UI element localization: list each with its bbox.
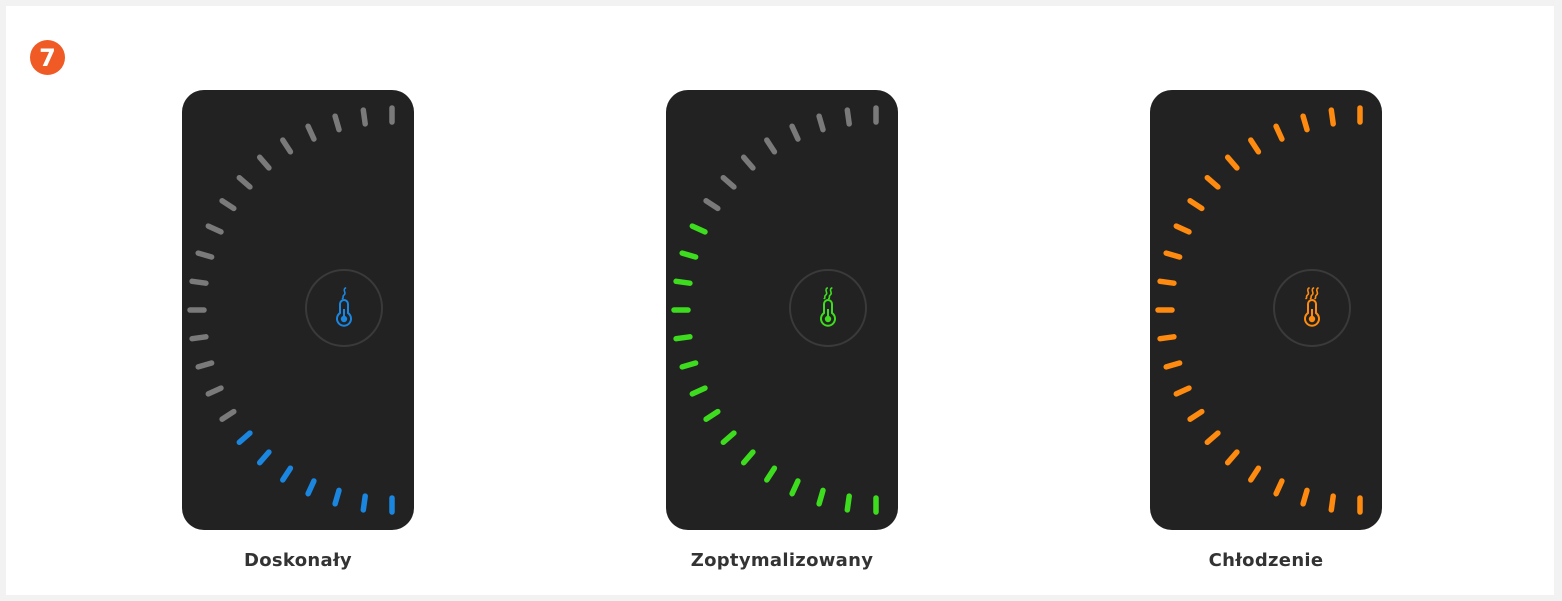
gauge-tick-active (679, 360, 699, 370)
icon-ring (1273, 269, 1351, 347)
gauge-tick-active (1163, 250, 1183, 260)
tick-gauge-1 (187, 105, 395, 515)
tick-gauge-3 (1155, 105, 1363, 515)
gauge-tick-active (764, 465, 778, 483)
thermometer-icon (1304, 287, 1320, 327)
gauge-tick-inactive (189, 334, 209, 342)
heat-wave-icon (1314, 287, 1319, 300)
gauge-tick-active (679, 250, 699, 260)
panel-1-label: Doskonały (244, 550, 352, 571)
gauge-tick-inactive (236, 174, 253, 190)
gauge-tick-active (360, 493, 368, 513)
gauge-tick-active (1163, 360, 1183, 370)
gauge-tick-active (673, 278, 693, 286)
gauge-tick-inactive (219, 408, 237, 422)
gauge-tick-active (816, 487, 826, 507)
tick-gauge-2 (671, 105, 879, 515)
gauge-tick-active (1204, 174, 1221, 190)
gauge-tick-active (703, 408, 721, 422)
gauge-tick-inactive (360, 107, 368, 127)
gauge-tick-inactive (844, 107, 852, 127)
heat-wave-icon (1305, 287, 1310, 300)
gauge-tick-inactive (332, 113, 342, 133)
thermometer-icon (336, 287, 352, 327)
gauge-tick-active (305, 478, 317, 497)
gauge-tick-active (1273, 123, 1285, 142)
device-panel-3 (1150, 90, 1382, 530)
gauge-tick-active (1157, 278, 1177, 286)
gauge-tick-inactive (219, 198, 237, 212)
gauge-tick-active (256, 449, 272, 466)
gauge-tick-active (1224, 449, 1240, 466)
gauge-tick-active (1328, 107, 1336, 127)
gauge-tick-active (1187, 198, 1205, 212)
gauge-tick-active (1273, 478, 1285, 497)
gauge-tick-active (1248, 137, 1262, 155)
gauge-tick-active (1157, 334, 1177, 342)
heat-wave-icon (1309, 287, 1315, 300)
panel-3-label: Chłodzenie (1208, 550, 1324, 571)
gauge-tick-active (844, 493, 852, 513)
gauge-tick-inactive (816, 113, 826, 133)
step-number-badge: 7 (30, 40, 65, 75)
heat-wave-icon (341, 287, 347, 300)
thermometer-icon (820, 287, 836, 327)
gauge-tick-inactive (280, 137, 294, 155)
device-panel-1 (182, 90, 414, 530)
gauge-tick-inactive (195, 250, 215, 260)
gauge-tick-active (1173, 385, 1192, 397)
gauge-tick-active (673, 334, 693, 342)
gauge-tick-active (332, 487, 342, 507)
gauge-tick-active (1300, 487, 1310, 507)
gauge-tick-active (740, 449, 756, 466)
gauge-tick-active (1224, 154, 1240, 171)
gauge-tick-inactive (256, 154, 272, 171)
gauge-tick-active (689, 385, 708, 397)
gauge-tick-active (1204, 430, 1221, 446)
gauge-tick-active (1173, 223, 1192, 235)
panel-2-label: Zoptymalizowany (690, 550, 874, 571)
gauge-tick-active (1300, 113, 1310, 133)
gauge-tick-active (236, 430, 253, 446)
heat-wave-icon (823, 287, 829, 300)
gauge-tick-inactive (189, 278, 209, 286)
gauge-tick-active (1328, 493, 1336, 513)
gauge-tick-inactive (205, 223, 224, 235)
gauge-tick-active (1187, 408, 1205, 422)
gauge-tick-inactive (720, 174, 737, 190)
gauge-tick-active (280, 465, 294, 483)
canvas: 7 Doskonały Zoptymalizowany Chłodzenie (6, 6, 1554, 595)
icon-ring (789, 269, 867, 347)
icon-ring (305, 269, 383, 347)
gauge-tick-inactive (740, 154, 756, 171)
device-panel-2 (666, 90, 898, 530)
gauge-tick-active (789, 478, 801, 497)
gauge-tick-inactive (205, 385, 224, 397)
gauge-tick-active (720, 430, 737, 446)
heat-wave-icon (827, 287, 833, 300)
gauge-tick-inactive (789, 123, 801, 142)
gauge-tick-active (689, 223, 708, 235)
gauge-tick-inactive (703, 198, 721, 212)
gauge-tick-inactive (764, 137, 778, 155)
gauge-tick-active (1248, 465, 1262, 483)
gauge-tick-inactive (305, 123, 317, 142)
gauge-tick-inactive (195, 360, 215, 370)
